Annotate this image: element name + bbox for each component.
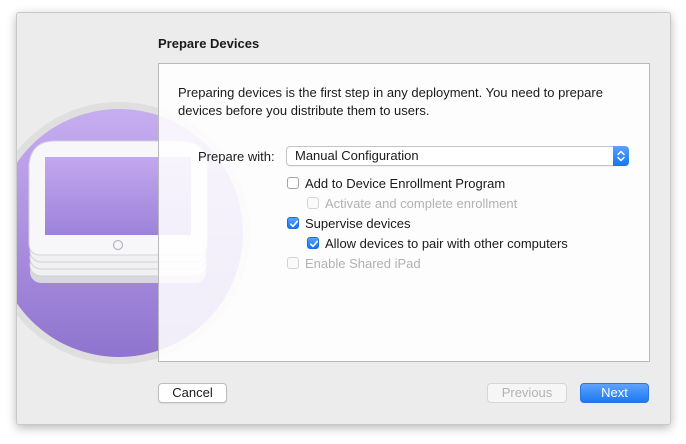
- shared-ipad-label: Enable Shared iPad: [305, 256, 421, 271]
- checkmark-icon: [310, 240, 319, 248]
- supervise-label: Supervise devices: [305, 216, 411, 231]
- dep-label: Add to Device Enrollment Program: [305, 176, 506, 191]
- next-button[interactable]: Next: [580, 383, 649, 403]
- cancel-button[interactable]: Cancel: [158, 383, 227, 403]
- previous-button[interactable]: Previous: [487, 383, 567, 403]
- activate-enrollment-label: Activate and complete enrollment: [325, 196, 518, 211]
- shared-ipad-checkbox[interactable]: [287, 257, 299, 269]
- intro-text: Preparing devices is the first step in a…: [178, 85, 603, 118]
- options-panel: Preparing devices is the first step in a…: [158, 63, 650, 362]
- up-down-chevron-icon: [613, 146, 629, 166]
- allow-pairing-checkbox[interactable]: [307, 237, 319, 249]
- activate-enrollment-checkbox[interactable]: [307, 197, 319, 209]
- prepare-with-label: Prepare with:: [198, 149, 275, 164]
- allow-pairing-label: Allow devices to pair with other compute…: [325, 236, 568, 251]
- prepare-devices-window: Prepare Devices Preparing devices is the…: [16, 12, 671, 425]
- dialog-title: Prepare Devices: [158, 36, 260, 51]
- supervise-checkbox[interactable]: [287, 217, 299, 229]
- checkmark-icon: [290, 220, 299, 228]
- prepare-with-value: Manual Configuration: [295, 148, 419, 163]
- prepare-with-popup[interactable]: Manual Configuration: [286, 146, 629, 166]
- dep-checkbox[interactable]: [287, 177, 299, 189]
